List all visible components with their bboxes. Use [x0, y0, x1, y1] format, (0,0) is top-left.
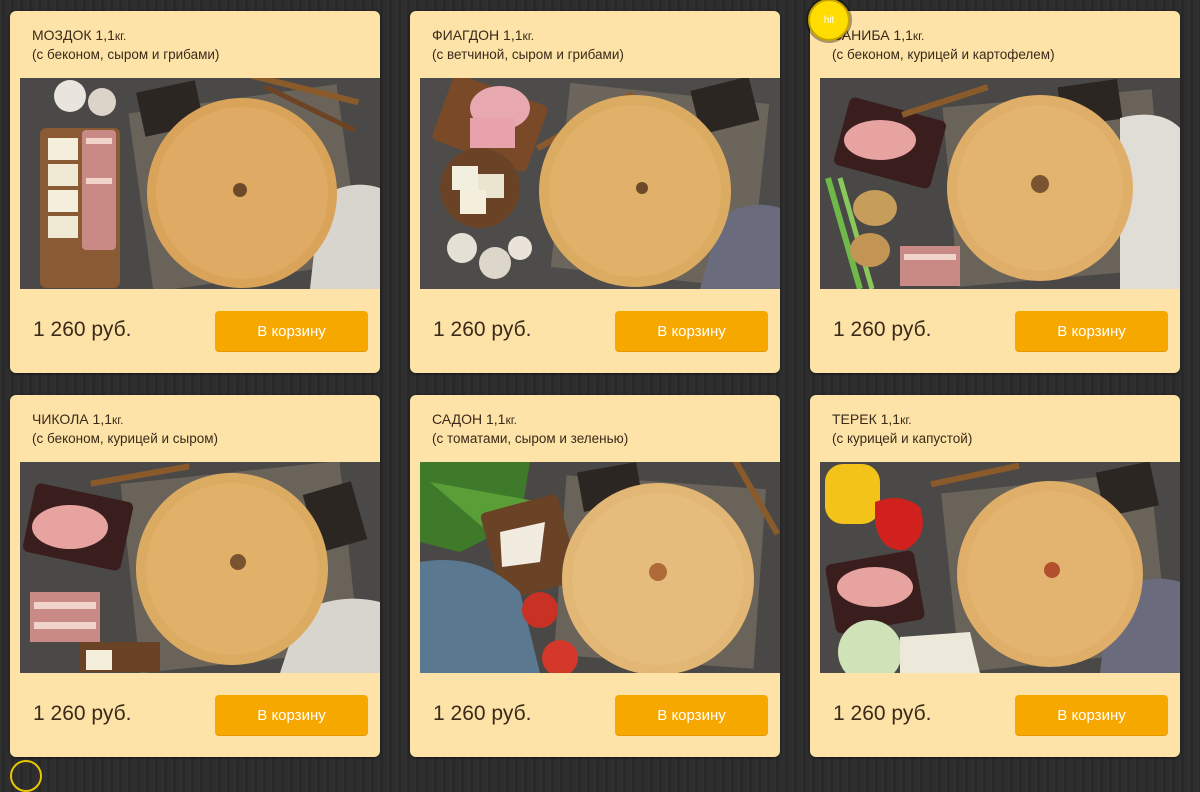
product-description: (с беконом, курицей и картофелем): [832, 47, 1055, 62]
product-name: ТЕРЕК 1,1: [832, 411, 901, 427]
product-unit: кг.: [912, 29, 925, 43]
product-photo[interactable]: [420, 462, 780, 673]
product-photo[interactable]: [20, 462, 380, 673]
product-photo[interactable]: [420, 78, 780, 289]
product-price: 1 260 руб.: [833, 318, 932, 341]
product-price: 1 260 руб.: [33, 702, 132, 725]
add-to-cart-button[interactable]: В корзину: [615, 311, 768, 352]
product-description: (с томатами, сыром и зеленью): [432, 431, 629, 446]
add-to-cart-button[interactable]: В корзину: [215, 695, 368, 736]
product-photo[interactable]: [20, 78, 380, 289]
product-card: САНИБА 1,1кг. (с беконом, курицей и карт…: [810, 11, 1180, 373]
product-grid: МОЗДОК 1,1кг. (с беконом, сыром и грибам…: [0, 0, 1200, 792]
add-to-cart-button[interactable]: В корзину: [615, 695, 768, 736]
product-price: 1 260 руб.: [33, 318, 132, 341]
add-to-cart-button[interactable]: В корзину: [1015, 311, 1168, 352]
product-title: ФИАГДОН 1,1кг.: [432, 27, 534, 45]
product-photo[interactable]: [820, 78, 1180, 289]
product-card: МОЗДОК 1,1кг. (с беконом, сыром и грибам…: [10, 11, 380, 373]
product-unit: кг.: [114, 29, 127, 43]
product-name: САДОН 1,1: [432, 411, 506, 427]
product-price: 1 260 руб.: [433, 318, 532, 341]
product-price: 1 260 руб.: [433, 702, 532, 725]
product-card: ЧИКОЛА 1,1кг. (с беконом, курицей и сыро…: [10, 395, 380, 757]
product-description: (с курицей и капустой): [832, 431, 973, 446]
product-photo[interactable]: [820, 462, 1180, 673]
product-description: (с ветчиной, сыром и грибами): [432, 47, 624, 62]
hit-badge: hit: [808, 0, 850, 41]
product-title: ЧИКОЛА 1,1кг.: [32, 411, 124, 429]
product-unit: кг.: [900, 413, 912, 427]
product-name: ЧИКОЛА 1,1: [32, 411, 113, 427]
product-price: 1 260 руб.: [833, 702, 932, 725]
product-card: САДОН 1,1кг. (с томатами, сыром и зелень…: [410, 395, 780, 757]
product-unit: кг.: [522, 29, 535, 43]
product-description: (с беконом, курицей и сыром): [32, 431, 219, 446]
product-description: (с беконом, сыром и грибами): [32, 47, 220, 62]
product-name: ФИАГДОН 1,1: [432, 27, 523, 43]
product-card: ФИАГДОН 1,1кг. (с ветчиной, сыром и гриб…: [410, 11, 780, 373]
hit-badge-partial: [10, 760, 42, 792]
add-to-cart-button[interactable]: В корзину: [1015, 695, 1168, 736]
product-card: ТЕРЕК 1,1кг. (с курицей и капустой) 1 26…: [810, 395, 1180, 757]
product-title: МОЗДОК 1,1кг.: [32, 27, 126, 45]
product-unit: кг.: [112, 413, 124, 427]
product-title: ТЕРЕК 1,1кг.: [832, 411, 912, 429]
add-to-cart-button[interactable]: В корзину: [215, 311, 368, 352]
product-unit: кг.: [505, 413, 517, 427]
product-name: МОЗДОК 1,1: [32, 27, 115, 43]
product-title: САДОН 1,1кг.: [432, 411, 517, 429]
